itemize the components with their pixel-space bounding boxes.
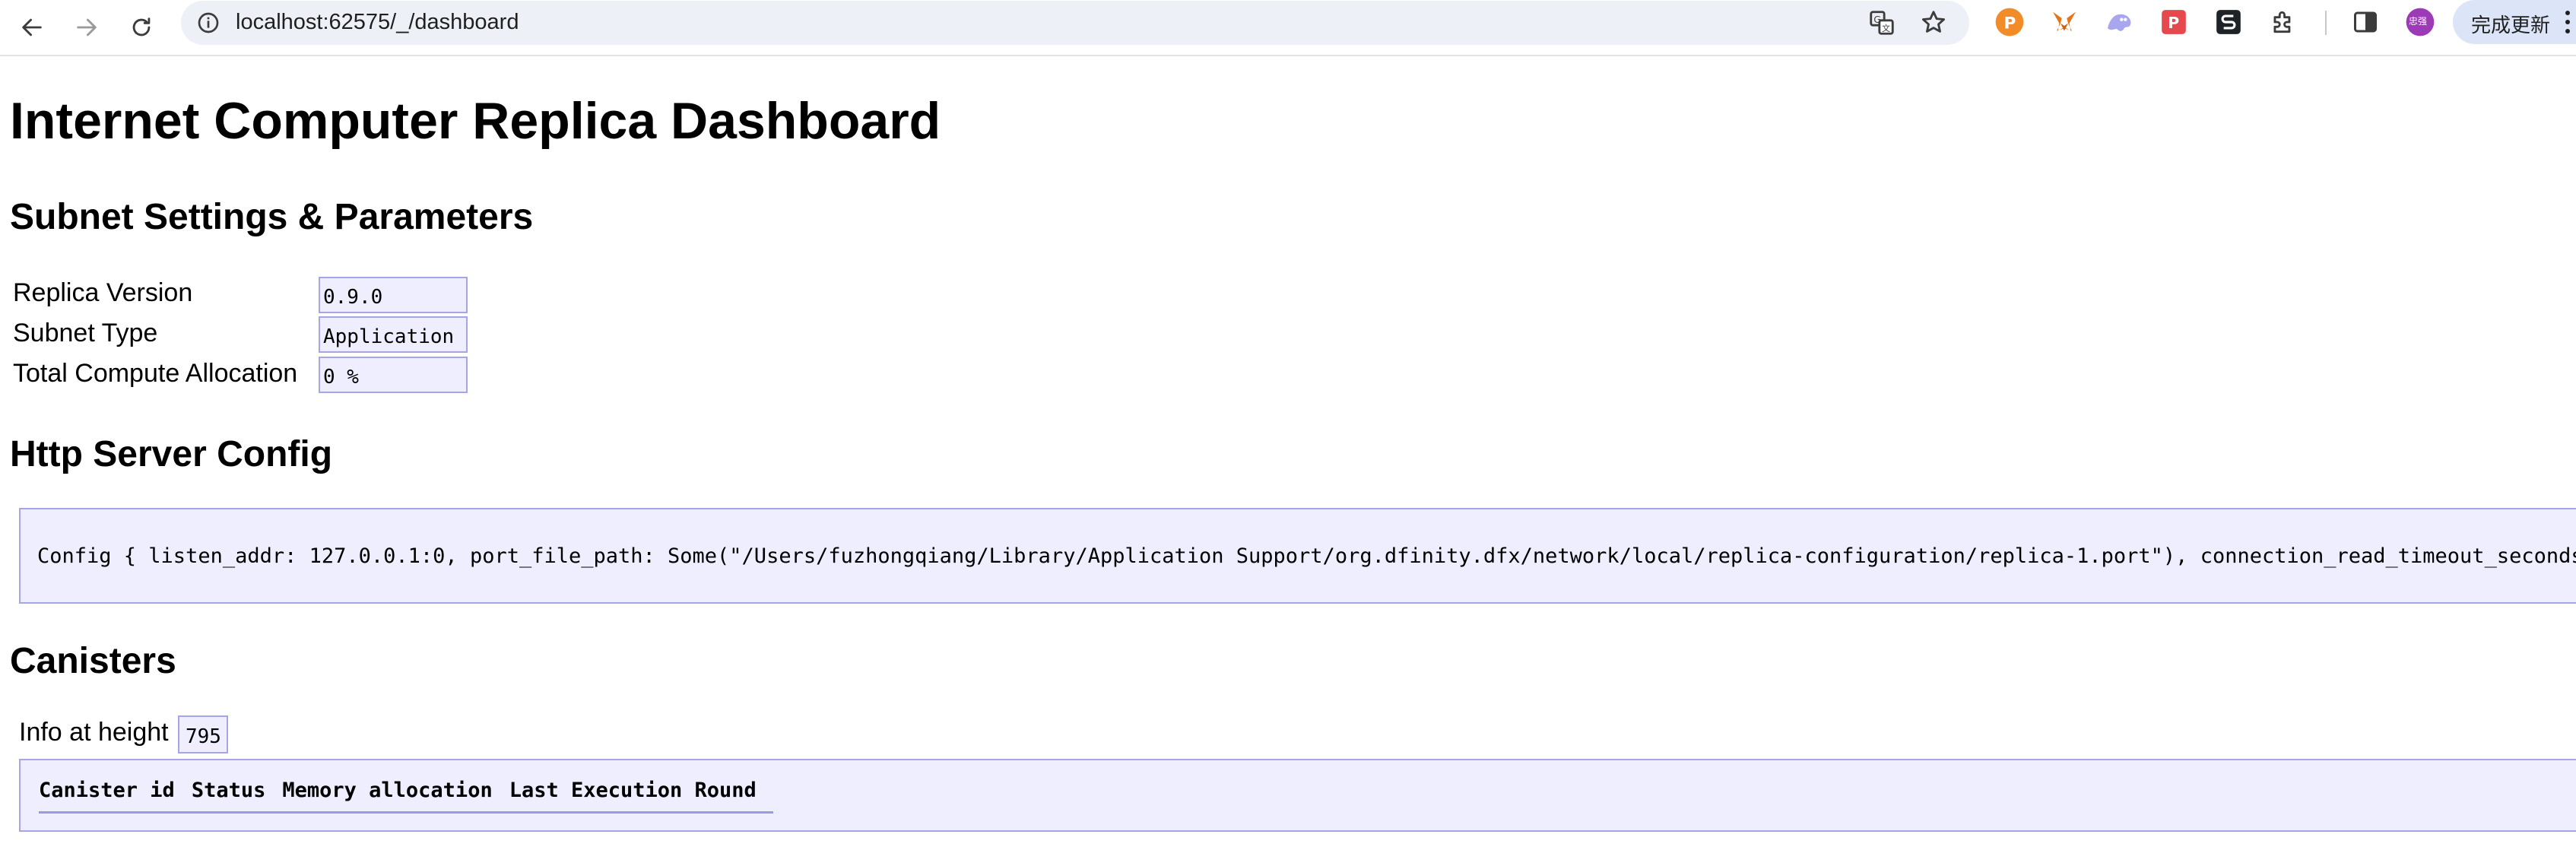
subnet-section-title: Subnet Settings & Parameters — [10, 197, 534, 237]
canisters-table-header: Canister id Status Memory allocation Las… — [39, 779, 773, 814]
http-config-box: Config { listen_addr: 127.0.0.1:0, port_… — [19, 508, 2576, 604]
url-text[interactable]: localhost:62575/_/dashboard — [236, 10, 519, 35]
column-header: Memory allocation — [282, 779, 493, 802]
metamask-fox-icon[interactable] — [2048, 6, 2080, 38]
canisters-section-title: Canisters — [10, 641, 176, 681]
address-bar[interactable]: localhost:62575/_/dashboard G 文 — [181, 1, 1969, 45]
browser-menu-icon[interactable] — [2564, 11, 2571, 33]
extension-orange-p-icon[interactable]: P — [1994, 6, 2026, 38]
svg-text:文: 文 — [1882, 23, 1890, 33]
forward-button[interactable] — [65, 6, 108, 49]
param-value: 0 % — [319, 357, 468, 393]
param-label: Replica Version — [13, 278, 193, 307]
arrow-right-icon — [77, 18, 97, 36]
param-label: Subnet Type — [13, 319, 158, 347]
toolbar-divider — [2325, 11, 2327, 35]
profile-initials: 忠强 — [2409, 16, 2428, 27]
page-title: Internet Computer Replica Dashboard — [10, 92, 941, 150]
http-config-text: Config { listen_addr: 127.0.0.1:0, port_… — [37, 544, 2576, 568]
reload-button[interactable] — [120, 6, 163, 49]
info-at-height-value: 795 — [178, 715, 228, 753]
ghost-extension-icon[interactable] — [2103, 6, 2135, 38]
param-value: Application — [319, 316, 468, 353]
info-at-height-label: Info at height — [19, 718, 169, 747]
param-value: 0.9.0 — [319, 277, 468, 313]
column-header: Last Execution Round — [509, 779, 757, 802]
dark-s-extension-icon[interactable] — [2213, 6, 2244, 38]
http-section-title: Http Server Config — [10, 434, 333, 474]
update-button-label: 完成更新 — [2471, 14, 2551, 36]
extensions-puzzle-icon[interactable] — [2267, 6, 2299, 38]
reload-icon — [132, 17, 151, 36]
column-header: Status — [191, 779, 266, 802]
svg-text:P: P — [2004, 14, 2016, 33]
red-p-extension-icon[interactable]: P — [2158, 6, 2190, 38]
profile-avatar[interactable]: 忠强 — [2404, 6, 2436, 38]
canisters-table: Canister id Status Memory allocation Las… — [19, 759, 2576, 832]
side-panel-icon[interactable] — [2349, 6, 2381, 38]
bookmark-star-icon[interactable] — [1919, 8, 1948, 37]
back-button[interactable] — [11, 6, 53, 49]
svg-text:P: P — [2168, 14, 2179, 32]
arrow-left-icon — [22, 18, 42, 36]
update-button[interactable]: 完成更新 — [2453, 0, 2576, 44]
site-info-icon[interactable] — [196, 11, 220, 35]
translate-icon[interactable]: G 文 — [1867, 8, 1896, 37]
column-header: Canister id — [39, 779, 175, 802]
browser-toolbar: localhost:62575/_/dashboard G 文 P P 忠强 完 — [0, 0, 2576, 56]
param-label: Total Compute Allocation — [13, 359, 298, 388]
